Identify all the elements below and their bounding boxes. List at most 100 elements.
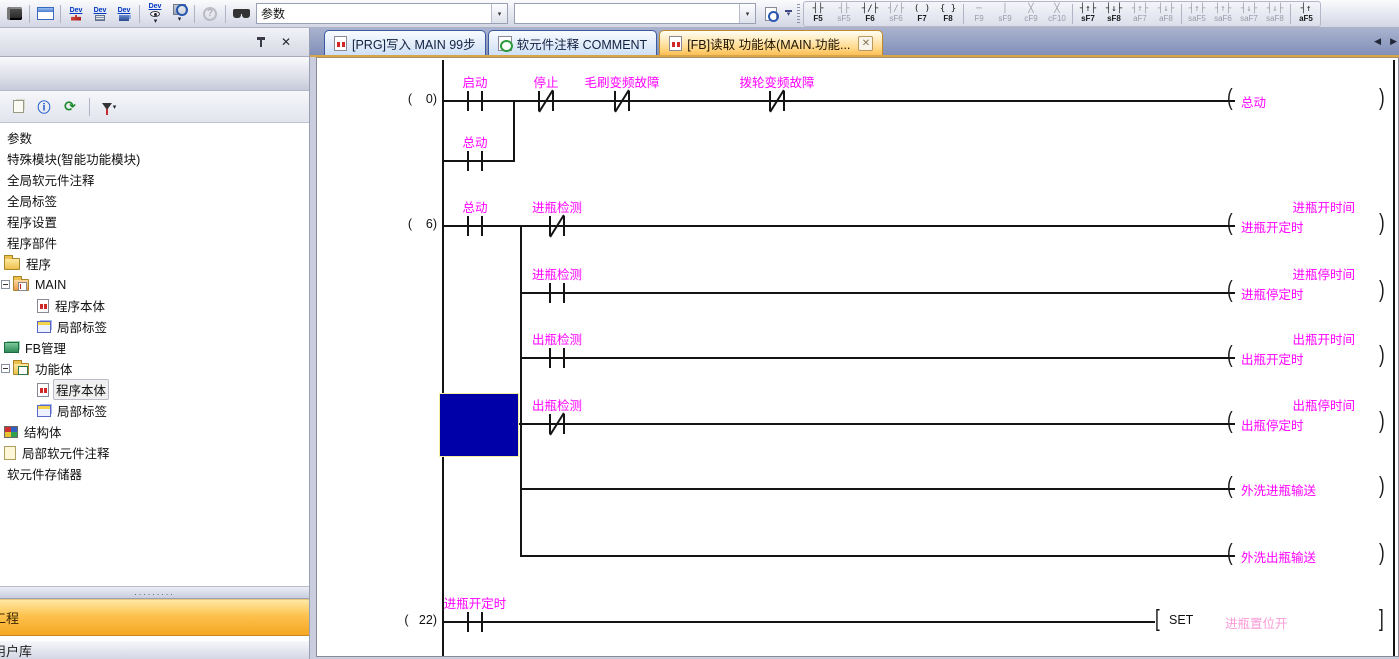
main-toolbar: DevDevDevDev▾▾? 参数 ▾ ▾ ▾ ┤├F5┤├sF5┤/├F6┤…: [0, 0, 1399, 28]
tree-item-10[interactable]: FB管理: [0, 337, 309, 358]
tab-document-0[interactable]: [PRG]写入 MAIN 99步: [324, 30, 486, 55]
chevron-down-icon[interactable]: ▾: [739, 4, 755, 23]
copy-icon[interactable]: [8, 97, 28, 117]
ladder-tool-aF5[interactable]: ┤↑aF5: [1293, 2, 1319, 26]
ladder-coil[interactable]: 进瓶开定时: [1241, 217, 1304, 236]
chevron-down-icon: ▾: [178, 15, 182, 23]
toolbar-separator: [29, 5, 30, 23]
tree-item-6[interactable]: 程序: [0, 253, 309, 274]
plc-icon[interactable]: [2, 2, 26, 26]
refresh-icon[interactable]: ⟳: [60, 97, 80, 117]
device-find-icon[interactable]: ▾: [167, 2, 191, 26]
ladder-tool-F6[interactable]: ┤/├F6: [857, 2, 883, 26]
find-icon[interactable]: [229, 2, 253, 26]
tree-item-label: 全局软元件注释: [5, 170, 97, 189]
ladder-coil[interactable]: 总动: [1241, 92, 1266, 111]
tree-item-13[interactable]: 局部标签: [0, 400, 309, 421]
ladder-coil[interactable]: 进瓶停定时: [1241, 284, 1304, 303]
ladder-contact-no[interactable]: [467, 612, 483, 632]
toolbar-separator: [225, 5, 226, 23]
toolbar-grip[interactable]: [797, 4, 800, 24]
tree-item-2[interactable]: 全局软元件注释: [0, 169, 309, 190]
ladder-tool-F8[interactable]: { }F8: [935, 2, 961, 26]
window-icon[interactable]: [33, 2, 57, 26]
coil-paren-close: ): [1379, 474, 1385, 497]
tab-close-icon[interactable]: ✕: [858, 36, 873, 51]
close-icon[interactable]: ✕: [281, 36, 291, 48]
ladder-instruction-operand: 进瓶置位开: [1225, 613, 1288, 632]
ladder-tool-aF7: ┤↑├aF7: [1127, 2, 1153, 26]
tree-item-0[interactable]: 参数: [0, 127, 309, 148]
ladder-tool-saF6: ┤↑├saF6: [1210, 2, 1236, 26]
device-watch-icon[interactable]: Dev▾: [143, 2, 167, 26]
ladder-tool-sF8[interactable]: ┤↓├sF8: [1101, 2, 1127, 26]
sort-filter-icon[interactable]: ▾: [99, 97, 119, 117]
search-doc-icon[interactable]: [759, 2, 783, 26]
chevron-down-icon[interactable]: ▾: [491, 4, 507, 23]
ladder-contact-no[interactable]: [549, 283, 565, 303]
ladder-wire: [519, 423, 1235, 425]
ladder-coil[interactable]: 出瓶开定时: [1241, 349, 1304, 368]
ladder-contact-nc[interactable]: [614, 91, 630, 111]
panel-titlebar: ✕: [0, 28, 309, 57]
tree-item-16[interactable]: 软元件存储器: [0, 463, 309, 484]
ladder-contact-nc[interactable]: [549, 414, 565, 434]
tab-scroll-left-icon[interactable]: ◀: [1374, 36, 1381, 47]
ladder-wire: [520, 226, 522, 557]
device-batch-icon[interactable]: Dev: [112, 2, 136, 26]
tab-document-1[interactable]: 软元件注释 COMMENT: [488, 30, 658, 55]
ladder-coil[interactable]: 外洗出瓶输送: [1241, 547, 1316, 566]
panel-splitter[interactable]: .........: [0, 586, 309, 599]
ladder-contact-nc[interactable]: [549, 216, 565, 236]
device-register-icon[interactable]: Dev: [88, 2, 112, 26]
coil-paren-close: ): [1379, 211, 1385, 234]
page-icon: [4, 446, 16, 460]
ladder-device-label: 总动: [462, 197, 487, 216]
tree-item-8[interactable]: 程序本体: [0, 295, 309, 316]
tree-item-9[interactable]: 局部标签: [0, 316, 309, 337]
ladder-contact-nc[interactable]: [538, 91, 554, 111]
toolbar-overflow-icon[interactable]: ▾: [783, 10, 794, 18]
ladder-tool-F5[interactable]: ┤├F5: [805, 2, 831, 26]
ladder-coil[interactable]: 出瓶停定时: [1241, 415, 1304, 434]
ladder-device-label: 总动: [462, 132, 487, 151]
tree-item-1[interactable]: 特殊模块(智能功能模块): [0, 148, 309, 169]
tree-item-7[interactable]: MAIN: [0, 274, 309, 295]
pin-icon[interactable]: [255, 36, 267, 48]
instr-bracket-open: [: [1155, 607, 1160, 630]
tree-expand-icon[interactable]: [1, 280, 10, 289]
device-display-icon[interactable]: Dev: [64, 2, 88, 26]
tree-item-label: 局部标签: [55, 401, 109, 420]
tree-item-label: 程序本体: [53, 379, 109, 400]
tree-item-5[interactable]: 程序部件: [0, 232, 309, 253]
struct-icon: [4, 426, 18, 438]
ladder-contact-no[interactable]: [549, 348, 565, 368]
ladder-tool-cF9: ╳cF9: [1018, 2, 1044, 26]
ladder-coil-comment: 出瓶开时间: [1055, 329, 1355, 348]
ladder-contact-no[interactable]: [467, 151, 483, 171]
ladder-tool-F7[interactable]: ( )F7: [909, 2, 935, 26]
tree-item-3[interactable]: 全局标签: [0, 190, 309, 211]
ladder-tool-sF7[interactable]: ┤↑├sF7: [1075, 2, 1101, 26]
coil-paren-close: ): [1379, 343, 1385, 366]
ladder-coil-comment: 进瓶开时间: [1055, 197, 1355, 216]
device-comment-combobox[interactable]: 参数 ▾: [256, 3, 508, 24]
ladder-instruction[interactable]: SET: [1169, 613, 1193, 627]
tree-item-14[interactable]: 结构体: [0, 421, 309, 442]
info-icon[interactable]: ⓘ: [34, 97, 54, 117]
tree-item-15[interactable]: 局部软元件注释: [0, 442, 309, 463]
ladder-contact-no[interactable]: [467, 91, 483, 111]
tab-scroll-right-icon[interactable]: ▶: [1390, 36, 1397, 47]
ladder-coil[interactable]: 外洗进瓶输送: [1241, 480, 1316, 499]
tree-item-11[interactable]: 功能体: [0, 358, 309, 379]
nav-category-project[interactable]: 工程: [0, 599, 309, 636]
tree-item-12[interactable]: 程序本体: [0, 379, 309, 400]
ladder-contact-nc[interactable]: [769, 91, 785, 111]
tree-expand-icon[interactable]: [1, 364, 10, 373]
ladder-canvas[interactable]: ( 0)( 6)( 22)启动停止毛刷变频故障拨轮变频故障总动总动进瓶检测进瓶检…: [316, 57, 1399, 657]
nav-category-userlib[interactable]: 用户库: [0, 640, 309, 659]
ladder-contact-no[interactable]: [467, 216, 483, 236]
tab-document-2[interactable]: [FB]读取 功能体(MAIN.功能...✕: [659, 30, 883, 55]
secondary-combobox[interactable]: ▾: [514, 3, 756, 24]
tree-item-4[interactable]: 程序设置: [0, 211, 309, 232]
